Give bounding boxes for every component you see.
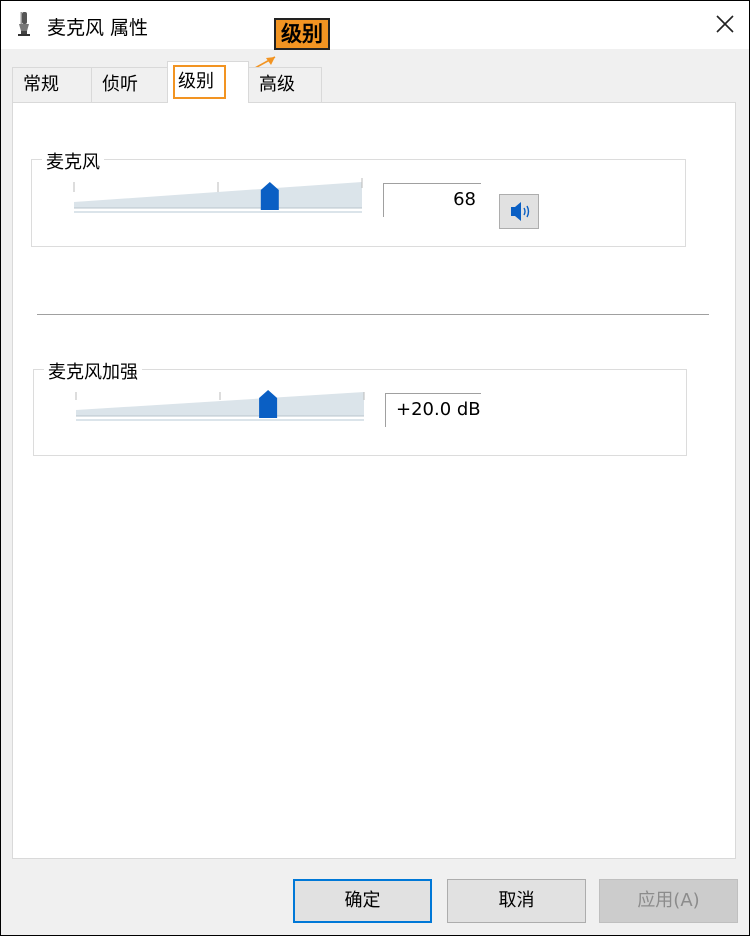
microphone-level-value[interactable]: 68 bbox=[383, 183, 481, 217]
annotation-callout: 级别 bbox=[274, 18, 330, 50]
boost-group: 麦克风加强 +20.0 dB bbox=[33, 358, 687, 456]
tab-advanced[interactable]: 高级 bbox=[248, 67, 322, 102]
close-icon bbox=[707, 7, 743, 43]
tab-listen[interactable]: 侦听 bbox=[91, 67, 168, 102]
microphone-group: 麦克风 68 bbox=[31, 148, 686, 247]
boost-group-label: 麦克风加强 bbox=[44, 358, 142, 384]
microphone-slider-thumb[interactable] bbox=[260, 182, 279, 210]
speaker-icon bbox=[500, 202, 538, 232]
section-separator bbox=[37, 314, 709, 315]
microphone-group-label: 麦克风 bbox=[42, 148, 104, 174]
tab-highlight-box bbox=[173, 65, 226, 99]
apply-button[interactable]: 应用(A) bbox=[599, 879, 738, 923]
boost-slider-thumb[interactable] bbox=[259, 390, 278, 418]
mute-toggle-button[interactable] bbox=[499, 194, 539, 229]
microphone-icon bbox=[17, 11, 31, 37]
microphone-boost-slider[interactable] bbox=[74, 386, 366, 424]
close-button[interactable] bbox=[707, 7, 743, 43]
levels-panel: 麦克风 68 麦克风加强 +20.0 dB bbox=[12, 102, 736, 859]
properties-dialog: 麦克风 属性 级别 常规 侦听 级别 高级 麦克风 68 麦克风加强 +20.0… bbox=[0, 0, 750, 936]
tab-general[interactable]: 常规 bbox=[12, 67, 92, 102]
boost-level-value[interactable]: +20.0 dB bbox=[385, 393, 481, 427]
ok-button[interactable]: 确定 bbox=[293, 879, 432, 923]
window-title: 麦克风 属性 bbox=[47, 17, 149, 39]
microphone-volume-slider[interactable] bbox=[72, 178, 364, 216]
cancel-button[interactable]: 取消 bbox=[447, 879, 586, 923]
title-bar: 麦克风 属性 bbox=[1, 1, 749, 49]
